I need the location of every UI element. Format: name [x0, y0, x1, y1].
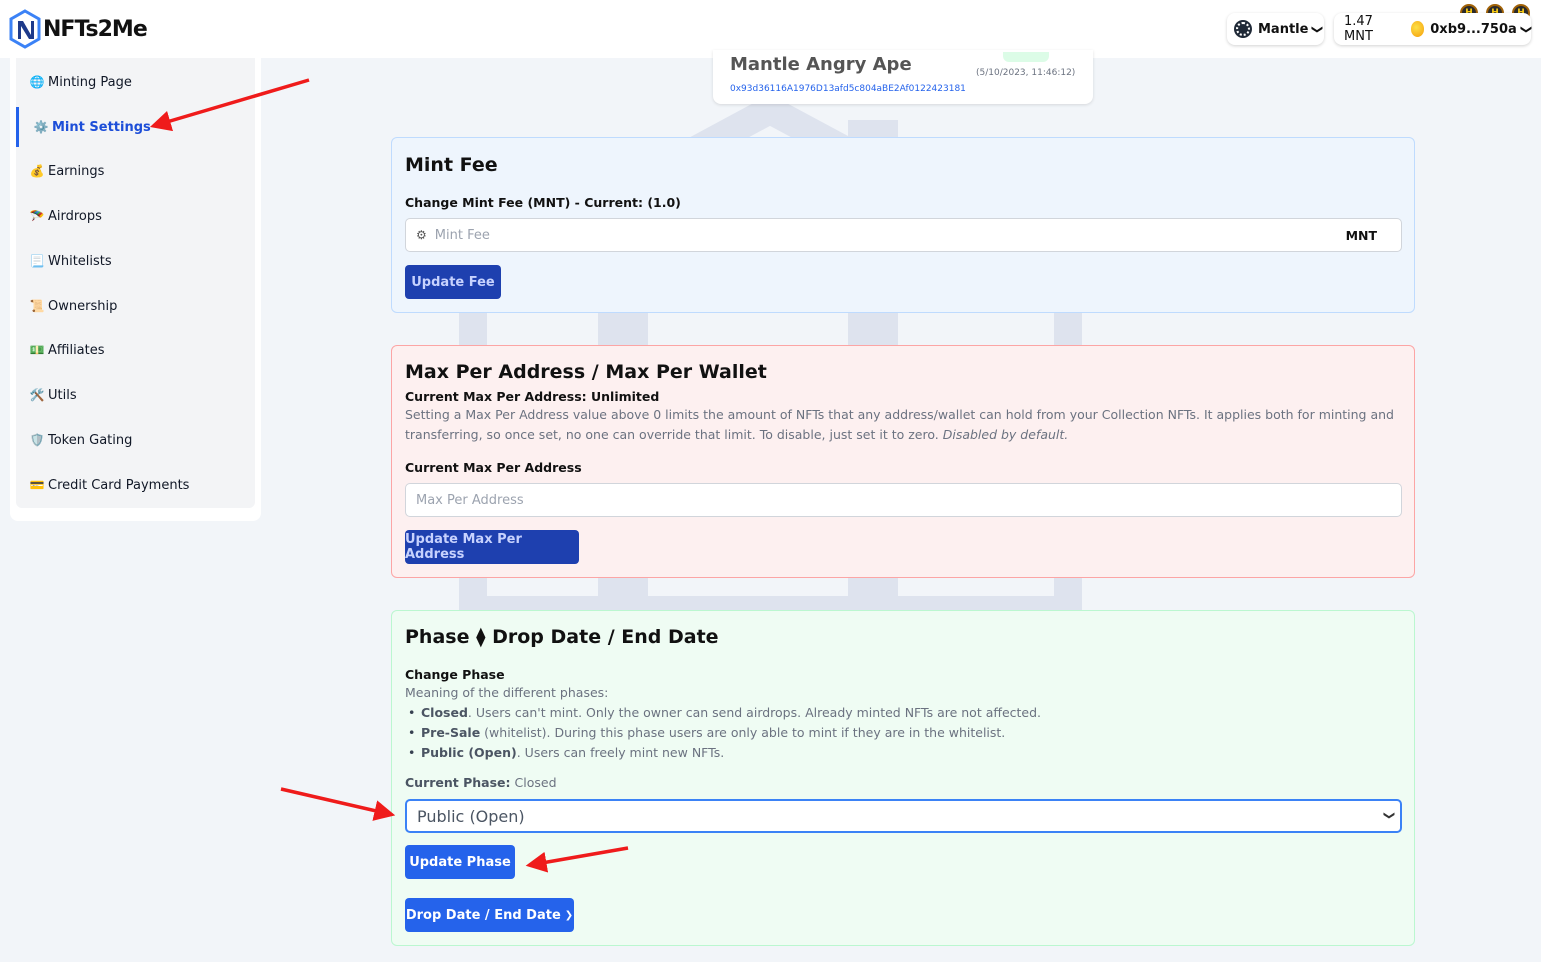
- logo-text: NFTs2Me: [43, 16, 148, 42]
- phase-term: Closed: [421, 705, 468, 720]
- drop-date-button-label: Drop Date / End Date: [405, 907, 561, 923]
- mint-fee-section: Mint Fee Change Mint Fee (MNT) - Current…: [391, 137, 1415, 313]
- mantle-network-icon: [1234, 20, 1252, 38]
- current-max-per-address: Current Max Per Address: Unlimited: [405, 389, 660, 404]
- money-bag-icon: 💰: [29, 164, 45, 178]
- sidebar-item-label: Ownership: [48, 298, 118, 314]
- collection-title: Mantle Angry Ape: [730, 54, 912, 75]
- drop-date-end-date-button[interactable]: Drop Date / End Date ❯: [405, 898, 574, 932]
- change-phase-label: Change Phase: [405, 667, 505, 682]
- currency-unit: MNT: [1345, 227, 1377, 243]
- max-per-address-input[interactable]: Max Per Address: [405, 483, 1402, 517]
- logo[interactable]: NFTs2Me: [9, 9, 148, 49]
- sidebar-item-ownership[interactable]: 📜 Ownership: [16, 286, 255, 326]
- wallet-button[interactable]: 1.47 MNT 0xb9...750a ❯: [1334, 13, 1533, 45]
- sidebar-item-label: Credit Card Payments: [48, 477, 190, 493]
- sidebar-item-affiliates[interactable]: 💵 Affiliates: [16, 330, 255, 370]
- wallet-address: 0xb9...750a: [1430, 21, 1517, 37]
- phase-term: Public (Open): [421, 745, 517, 760]
- arrow-to-phase-select: [280, 787, 396, 821]
- wallet-balance: 1.47 MNT: [1344, 14, 1373, 44]
- max-per-address-field-label: Current Max Per Address: [405, 460, 582, 475]
- section-title: Phase ⧫ Drop Date / End Date: [405, 626, 719, 648]
- phase-term: Pre-Sale: [421, 725, 481, 740]
- tools-icon: 🛠️: [29, 388, 45, 402]
- gear-icon: ⚙️: [33, 120, 49, 134]
- sidebar-item-credit-card-payments[interactable]: 💳 Credit Card Payments: [16, 465, 255, 505]
- chevron-down-icon: ❯: [564, 909, 574, 921]
- section-title: Max Per Address / Max Per Wallet: [405, 361, 767, 383]
- list-item: Pre-Sale (whitelist). During this phase …: [405, 723, 1041, 743]
- max-per-address-placeholder: Max Per Address: [416, 492, 524, 508]
- description-text: Setting a Max Per Address value above 0 …: [405, 407, 1394, 442]
- mint-fee-placeholder: Mint Fee: [434, 227, 490, 243]
- collection-card: Mantle Angry Ape (5/10/2023, 11:46:12) 0…: [713, 50, 1093, 104]
- credit-card-icon: 💳: [29, 478, 45, 492]
- phase-description: (whitelist). During this phase users are…: [480, 725, 1006, 740]
- sidebar-item-earnings[interactable]: 💰 Earnings: [16, 151, 255, 191]
- wallet-coin-icon: [1410, 21, 1425, 37]
- phase-title: Phase: [405, 626, 470, 648]
- sidebar-item-label: Token Gating: [48, 432, 133, 448]
- phase-meaning-text: Meaning of the different phases:: [405, 685, 609, 700]
- contract-address-link[interactable]: 0x93d36116A1976D13afd5c804aBE2Af01224231…: [730, 84, 966, 94]
- gear-icon: ⚙: [416, 228, 427, 242]
- drop-date-title: Drop Date / End Date: [492, 626, 719, 648]
- max-per-address-description: Setting a Max Per Address value above 0 …: [405, 405, 1405, 445]
- sidebar-item-airdrops[interactable]: 🪂 Airdrops: [16, 196, 255, 236]
- network-name: Mantle: [1258, 21, 1309, 37]
- current-phase: Current Phase: Closed: [405, 773, 557, 793]
- collection-date: (5/10/2023, 11:46:12): [976, 68, 1076, 78]
- sidebar-item-label: Affiliates: [48, 342, 105, 358]
- sidebar-item-utils[interactable]: 🛠️ Utils: [16, 375, 255, 415]
- sidebar-item-minting-page[interactable]: 🌐 Minting Page: [16, 62, 255, 102]
- parachute-icon: 🪂: [29, 209, 45, 223]
- update-phase-button[interactable]: Update Phase: [405, 845, 515, 879]
- network-tag: [1003, 52, 1049, 62]
- diamond-separator-icon: ⧫: [476, 626, 486, 648]
- update-max-per-address-button[interactable]: Update Max Per Address: [405, 530, 579, 564]
- sidebar-item-label: Airdrops: [48, 208, 102, 224]
- nfts2me-logo-icon: [9, 9, 41, 49]
- chevron-down-icon: ❯: [1311, 24, 1325, 34]
- phase-list: Closed. Users can't mint. Only the owner…: [405, 703, 1041, 763]
- chevron-down-icon: ❯: [1382, 810, 1396, 821]
- list-item: Public (Open). Users can freely mint new…: [405, 743, 1041, 763]
- current-phase-label: Current Phase:: [405, 775, 511, 790]
- sidebar-item-mint-settings[interactable]: ⚙️ Mint Settings: [16, 107, 255, 147]
- banknote-icon: 💵: [29, 343, 45, 357]
- sidebar-item-label: Earnings: [48, 163, 105, 179]
- sidebar-item-whitelists[interactable]: 📃 Whitelists: [16, 241, 255, 281]
- current-phase-value: Closed: [514, 775, 557, 790]
- sidebar-item-label: Whitelists: [48, 253, 112, 269]
- mint-fee-input[interactable]: ⚙ Mint Fee MNT: [405, 218, 1402, 252]
- sidebar-item-label: Utils: [48, 387, 77, 403]
- mint-fee-label: Change Mint Fee (MNT) - Current: (1.0): [405, 195, 681, 210]
- sidebar-item-label: Minting Page: [48, 74, 132, 90]
- phase-description: . Users can't mint. Only the owner can s…: [467, 705, 1042, 720]
- max-per-address-section: Max Per Address / Max Per Wallet Current…: [391, 345, 1415, 578]
- update-fee-button[interactable]: Update Fee: [405, 265, 501, 299]
- sidebar-item-label: Mint Settings: [52, 119, 151, 135]
- scroll-icon: 📜: [29, 299, 45, 313]
- phase-select[interactable]: Public (Open) ❯: [405, 799, 1402, 833]
- phase-description: . Users can freely mint new NFTs.: [516, 745, 725, 760]
- selected-phase-option: Public (Open): [417, 806, 525, 826]
- list-item: Closed. Users can't mint. Only the owner…: [405, 703, 1041, 723]
- globe-icon: 🌐: [29, 75, 45, 89]
- shield-icon: 🛡️: [29, 433, 45, 447]
- phase-section: Phase ⧫ Drop Date / End Date Change Phas…: [391, 610, 1415, 946]
- description-emphasis: Disabled by default.: [942, 427, 1069, 442]
- section-title: Mint Fee: [405, 154, 498, 176]
- chevron-down-icon: ❯: [1519, 24, 1533, 34]
- network-selector[interactable]: Mantle ❯: [1227, 13, 1325, 45]
- document-icon: 📃: [29, 254, 45, 268]
- sidebar-item-token-gating[interactable]: 🛡️ Token Gating: [16, 420, 255, 460]
